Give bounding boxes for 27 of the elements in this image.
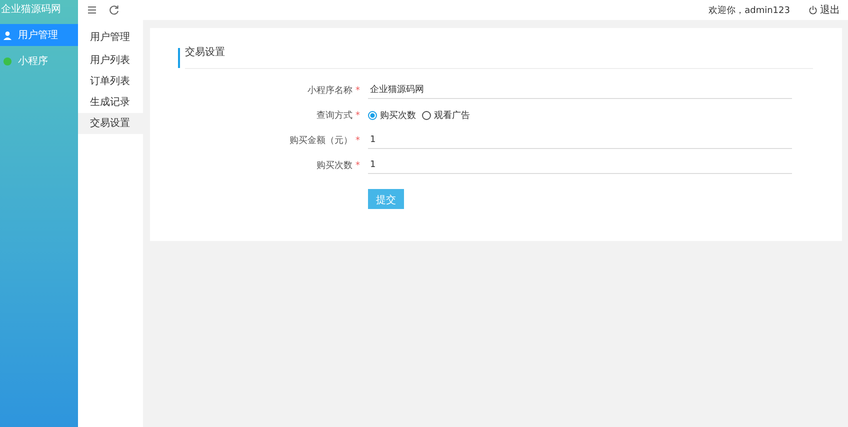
submenu-item[interactable]: 用户列表	[78, 50, 143, 71]
refresh-icon[interactable]	[108, 4, 120, 16]
field-label: 小程序名称	[308, 86, 352, 96]
radio-option[interactable]: 购买次数	[368, 108, 416, 122]
field-label: 查询方式	[316, 110, 352, 120]
submenu-item[interactable]: 交易设置	[78, 113, 143, 134]
radio-button[interactable]	[368, 110, 377, 120]
card-title: 交易设置	[178, 48, 820, 68]
submenu-item[interactable]: 生成记录	[78, 92, 143, 113]
status-dot-icon	[3, 56, 12, 66]
required-mark: *	[356, 136, 360, 146]
power-icon	[808, 5, 818, 15]
required-mark: *	[356, 110, 360, 120]
field-label: 购买次数	[316, 160, 352, 170]
radio-button[interactable]	[422, 110, 431, 120]
logout-link[interactable]: 退出	[808, 3, 840, 17]
required-mark: *	[356, 160, 360, 170]
user-icon	[3, 30, 12, 40]
field-label: 购买金额（元）	[290, 136, 352, 146]
submenu-title: 用户管理	[89, 30, 131, 45]
submenu-item[interactable]: 订单列表	[78, 71, 143, 92]
input-field[interactable]: 企业猫源码网	[368, 82, 792, 98]
required-mark: *	[356, 86, 360, 96]
radio-option[interactable]: 观看广告	[422, 108, 470, 122]
menu-icon[interactable]	[86, 4, 98, 16]
logo-text: 企业猫源码网	[0, 2, 62, 17]
welcome-text: 欢迎你，admin123	[708, 4, 790, 16]
